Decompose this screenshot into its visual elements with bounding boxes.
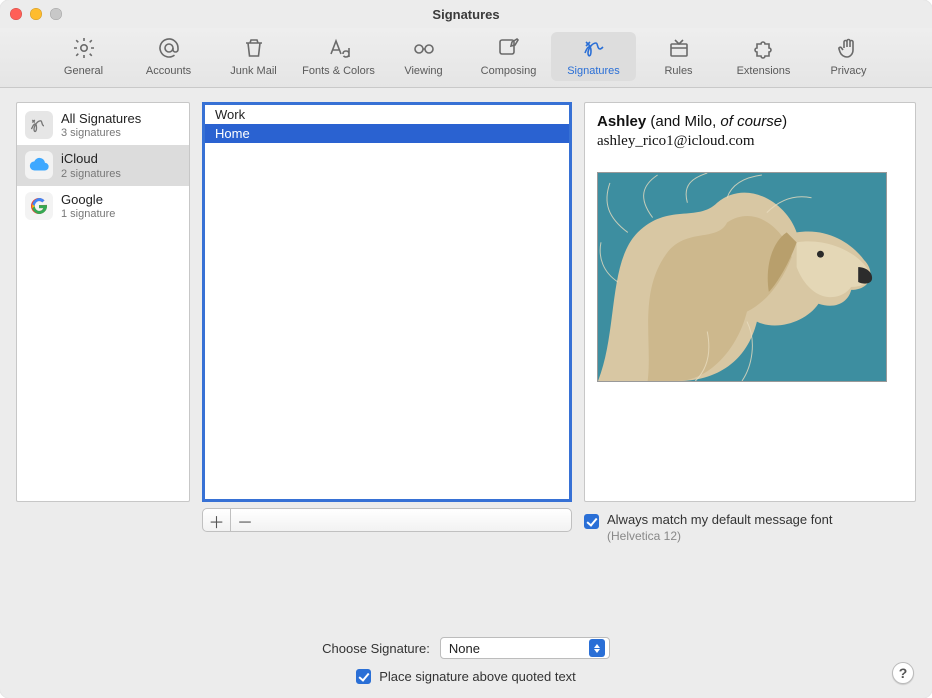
toolbar-label: Privacy <box>830 65 866 77</box>
toolbar-label: Junk Mail <box>230 65 276 77</box>
toolbar-label: Extensions <box>737 65 791 77</box>
signature-preview[interactable]: Ashley (and Milo, of course) ashley_rico… <box>584 102 916 502</box>
signature-list[interactable]: WorkHome <box>202 102 572 502</box>
account-name: Google <box>61 192 115 208</box>
toolbar-rules[interactable]: Rules <box>636 32 721 81</box>
signature-name-italic: of course <box>720 113 782 130</box>
preferences-toolbar: General Accounts Junk Mail Fonts & Colors Vi… <box>0 28 932 88</box>
match-font-sublabel: (Helvetica 12) <box>607 529 832 543</box>
toolbar-label: Signatures <box>567 65 620 77</box>
toolbar-label: Viewing <box>404 65 442 77</box>
add-remove-control: ＋ － <box>202 508 572 532</box>
account-subtext: 2 signatures <box>61 168 121 180</box>
choose-signature-select[interactable]: None <box>440 637 610 659</box>
signature-name-text1: (and Milo, <box>646 113 720 130</box>
accounts-panel: All Signatures3 signatures iCloud2 signat… <box>16 102 190 502</box>
signature-icon <box>580 36 608 63</box>
footer: Choose Signature: None Place signature a… <box>0 621 932 698</box>
preferences-window: Signatures General Accounts Junk Mail Fonts… <box>0 0 932 698</box>
hand-icon <box>835 36 863 63</box>
account-text: Google1 signature <box>61 192 115 220</box>
account-row-all-signatures[interactable]: All Signatures3 signatures <box>17 105 189 145</box>
place-above-label: Place signature above quoted text <box>379 669 576 684</box>
match-font-label: Always match my default message font <box>607 512 832 527</box>
account-subtext: 1 signature <box>61 208 115 220</box>
gear-icon <box>70 36 98 63</box>
toolbar-junk[interactable]: Junk Mail <box>211 32 296 81</box>
content-area: All Signatures3 signatures iCloud2 signat… <box>0 88 932 621</box>
trash-icon <box>240 36 268 63</box>
toolbar-fonts[interactable]: Fonts & Colors <box>296 32 381 81</box>
toolbar-label: General <box>64 65 103 77</box>
puzzle-icon <box>750 36 778 63</box>
toolbar-viewing[interactable]: Viewing <box>381 32 466 81</box>
at-icon <box>155 36 183 63</box>
signature-name-bold: Ashley <box>597 113 646 130</box>
signatures-column: WorkHome ＋ － <box>202 102 572 621</box>
match-font-row: Always match my default message font (He… <box>584 512 916 543</box>
account-text: All Signatures3 signatures <box>61 111 141 139</box>
toolbar-label: Accounts <box>146 65 191 77</box>
titlebar: Signatures <box>0 0 932 28</box>
add-signature-button[interactable]: ＋ <box>203 509 231 531</box>
choose-signature-label: Choose Signature: <box>322 641 430 656</box>
toolbar-signatures[interactable]: Signatures <box>551 32 636 81</box>
google-icon <box>25 192 53 220</box>
signature-item[interactable]: Home <box>205 124 569 143</box>
account-text: iCloud2 signatures <box>61 151 121 179</box>
toolbar-extensions[interactable]: Extensions <box>721 32 806 81</box>
compose-icon <box>495 36 523 63</box>
signature-image <box>597 172 887 382</box>
choose-signature-row: Choose Signature: None <box>16 637 916 659</box>
glasses-icon <box>410 36 438 63</box>
window-title: Signatures <box>0 7 932 22</box>
toolbar-label: Composing <box>481 65 537 77</box>
help-button[interactable]: ? <box>892 662 914 684</box>
toolbar-privacy[interactable]: Privacy <box>806 32 891 81</box>
toolbar-label: Rules <box>664 65 692 77</box>
signature-name-text2: ) <box>782 113 787 130</box>
rules-icon <box>665 36 693 63</box>
all-signatures-icon <box>25 111 53 139</box>
place-above-checkbox[interactable] <box>356 669 371 684</box>
account-row-icloud[interactable]: iCloud2 signatures <box>17 145 189 185</box>
account-row-google[interactable]: Google1 signature <box>17 186 189 226</box>
dropdown-arrows-icon <box>589 639 605 657</box>
icloud-icon <box>25 151 53 179</box>
place-above-row: Place signature above quoted text <box>16 669 916 684</box>
toolbar-accounts[interactable]: Accounts <box>126 32 211 81</box>
match-font-checkbox[interactable] <box>584 514 599 529</box>
signature-name-line: Ashley (and Milo, of course) <box>597 113 903 131</box>
choose-signature-value: None <box>449 641 480 656</box>
toolbar-composing[interactable]: Composing <box>466 32 551 81</box>
toolbar-label: Fonts & Colors <box>302 65 375 77</box>
account-name: All Signatures <box>61 111 141 127</box>
signature-item[interactable]: Work <box>205 105 569 124</box>
toolbar-general[interactable]: General <box>41 32 126 81</box>
remove-signature-button[interactable]: － <box>231 509 259 531</box>
preview-column: Ashley (and Milo, of course) ashley_rico… <box>584 102 916 621</box>
account-subtext: 3 signatures <box>61 127 141 139</box>
account-name: iCloud <box>61 151 121 167</box>
fonts-icon <box>325 36 353 63</box>
signature-email: ashley_rico1@icloud.com <box>597 133 903 150</box>
